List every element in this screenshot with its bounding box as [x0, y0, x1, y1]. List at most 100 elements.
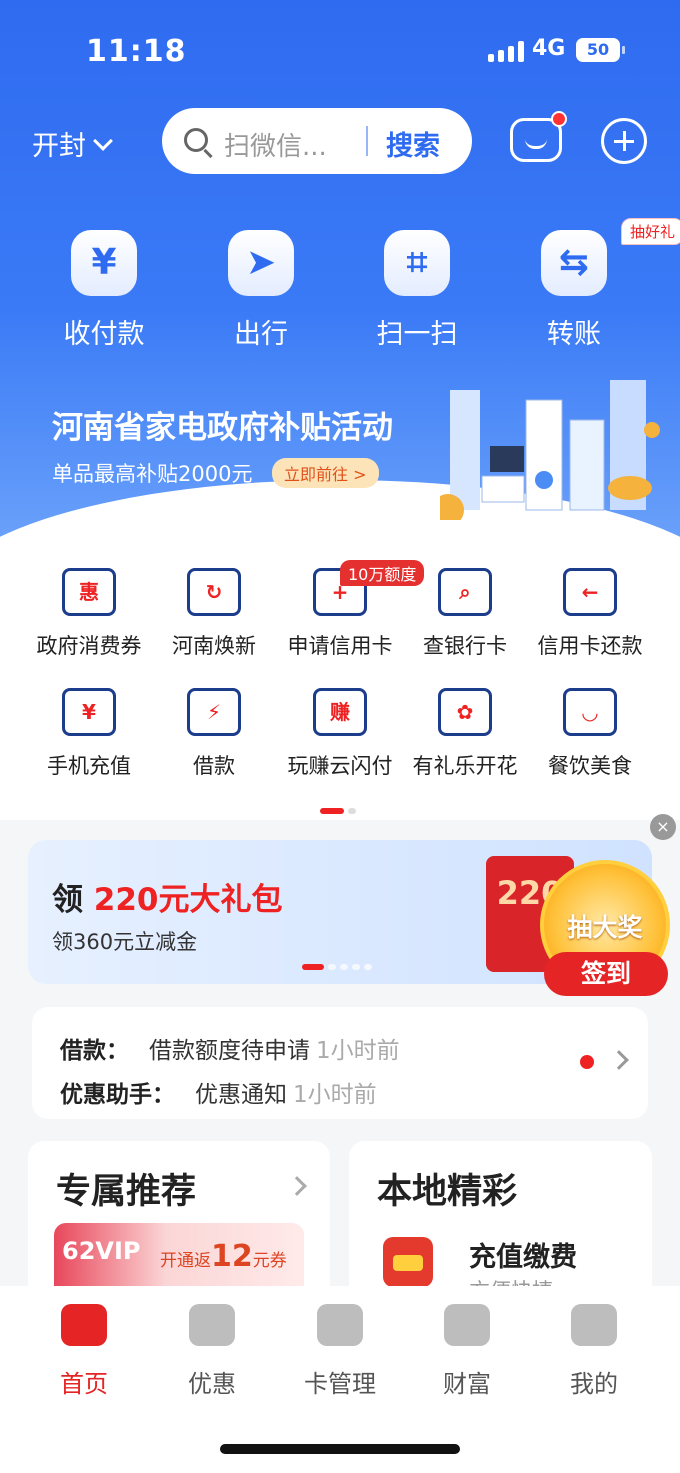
grid-pager	[320, 808, 356, 814]
scan-icon: ⌗	[384, 230, 450, 296]
signal-icon	[488, 40, 524, 62]
repay-icon: ←	[563, 568, 617, 616]
loan-bag-icon: ⚡	[187, 688, 241, 736]
banner-go-button[interactable]: 立即前往 >	[272, 458, 379, 488]
quick-action[interactable]: ⇆ 抽好礼转账	[504, 218, 680, 351]
quick-action[interactable]: ➤ 出行	[191, 230, 331, 351]
quick-action[interactable]: ⌗ 扫一扫	[347, 230, 487, 351]
tab-label: 我的	[570, 1370, 618, 1398]
service-label: 申请信用卡	[287, 634, 393, 658]
transfer-icon: ⇆	[541, 230, 607, 296]
tab-wealth[interactable]: 财富	[399, 1304, 535, 1399]
chevron-right-icon	[287, 1176, 307, 1196]
recommend-title: 专属推荐	[56, 1172, 197, 1212]
food-bowl-icon: ◡	[563, 688, 617, 736]
discount-icon	[189, 1304, 235, 1346]
banner-title[interactable]: 河南省家电政府补贴活动	[52, 402, 393, 447]
tab-profile[interactable]: 我的	[526, 1304, 662, 1399]
home-indicator	[220, 1444, 460, 1454]
vip-label: 62VIP	[62, 1237, 141, 1265]
service-item[interactable]: ¥ 手机充值	[21, 688, 157, 780]
add-icon[interactable]	[601, 118, 647, 164]
service-item[interactable]: ↻ 河南焕新	[146, 568, 282, 660]
network-type: 4G	[532, 36, 566, 61]
lottery-label: 抽大奖	[567, 913, 643, 942]
promo-subtitle: 领360元立减金	[52, 930, 198, 954]
notice-panel[interactable]: 借款： 借款额度待申请 1小时前 优惠助手： 优惠通知 1小时前	[32, 1007, 648, 1119]
quick-action-label: 扫一扫	[376, 319, 458, 350]
service-item[interactable]: ⚡ 借款	[146, 688, 282, 780]
wealth-icon	[444, 1304, 490, 1346]
service-label: 有礼乐开花	[412, 754, 518, 778]
notification-dot	[551, 111, 567, 127]
travel-icon: ➤	[228, 230, 294, 296]
cards-icon	[317, 1304, 363, 1346]
notice-row-promo: 优惠助手： 优惠通知 1小时前	[60, 1082, 377, 1108]
chevron-right-icon	[609, 1050, 629, 1070]
earn-icon: 赚	[313, 688, 367, 736]
top-bar: 开封 扫微信... 搜索	[0, 104, 680, 178]
service-label: 餐饮美食	[548, 754, 632, 778]
search-divider	[366, 126, 368, 156]
service-label: 借款	[193, 754, 235, 778]
search-button[interactable]: 搜索	[386, 124, 440, 163]
service-grid: 惠政府消费券 ↻ 河南焕新 + 申请信用卡 10万额度 ⌕ 查银行卡 ← 信用卡还款 ¥ 手机充值 ⚡ 借…	[0, 560, 680, 820]
message-icon[interactable]	[510, 111, 567, 162]
service-label: 河南焕新	[172, 634, 256, 658]
city-selector[interactable]: 开封	[32, 124, 113, 163]
tab-label: 财富	[443, 1370, 491, 1398]
banner-subtitle: 单品最高补贴2000元	[52, 462, 253, 486]
local-title: 本地精彩	[377, 1172, 518, 1212]
service-item[interactable]: ⌕ 查银行卡	[397, 568, 533, 660]
service-label: 政府消费券	[36, 634, 142, 658]
tab-discount[interactable]: 优惠	[144, 1304, 280, 1399]
tab-label: 优惠	[188, 1370, 236, 1398]
promo-pager	[302, 964, 372, 970]
service-item[interactable]: ◡ 餐饮美食	[522, 688, 658, 780]
message-smile	[525, 139, 547, 149]
service-item[interactable]: ← 信用卡还款	[522, 568, 658, 660]
service-label: 查银行卡	[423, 634, 507, 658]
service-label: 信用卡还款	[537, 634, 643, 658]
battery-icon: 50	[576, 38, 625, 62]
city-name: 开封	[32, 131, 86, 162]
service-item[interactable]: 惠政府消费券	[21, 568, 157, 660]
search-input[interactable]: 扫微信...	[224, 126, 354, 163]
coupon-icon: 惠	[62, 568, 116, 616]
home-icon	[61, 1304, 107, 1346]
quick-action-label: 出行	[234, 319, 288, 350]
local-item-title[interactable]: 充值缴费	[469, 1235, 577, 1274]
quick-action[interactable]: ¥ 收付款	[34, 230, 174, 351]
close-icon[interactable]: ×	[650, 814, 676, 840]
quick-action-label: 转账	[547, 319, 601, 350]
card-search-icon: ⌕	[438, 568, 492, 616]
flower-icon: ✿	[438, 688, 492, 736]
tab-label: 首页	[60, 1370, 108, 1398]
quick-actions: ¥ 收付款 ➤ 出行 ⌗ 扫一扫 ⇆ 抽好礼转账	[0, 218, 680, 351]
chevron-down-icon	[93, 130, 113, 151]
notice-row-loan: 借款： 借款额度待申请 1小时前	[60, 1038, 400, 1064]
phone-topup-icon: ¥	[62, 688, 116, 736]
tab-home[interactable]: 首页	[16, 1304, 152, 1399]
service-item[interactable]: ✿ 有礼乐开花	[397, 688, 533, 780]
appliance-illustration	[440, 380, 660, 520]
status-time: 11:18	[86, 34, 187, 69]
promo-badge: 抽好礼	[620, 218, 680, 245]
renew-icon: ↻	[187, 568, 241, 616]
unread-dot	[580, 1055, 594, 1069]
tab-cards[interactable]: 卡管理	[272, 1304, 408, 1399]
service-item[interactable]: 赚玩赚云闪付	[272, 688, 408, 780]
status-bar: 11:18 4G 50	[0, 0, 680, 100]
promo-title: 领 220元大礼包	[52, 882, 283, 918]
checkin-button[interactable]: 签到	[544, 952, 668, 996]
quick-action-label: 收付款	[63, 319, 145, 350]
tab-label: 卡管理	[304, 1370, 376, 1398]
search-bar[interactable]: 扫微信... 搜索	[162, 108, 472, 174]
profile-icon	[571, 1304, 617, 1346]
gift-bag-icon	[383, 1237, 433, 1287]
service-label: 手机充值	[47, 754, 131, 778]
vip-offer-text: 开通返12元券	[160, 1239, 287, 1274]
service-label: 玩赚云闪付	[287, 754, 393, 778]
yuan-icon: ¥	[71, 230, 137, 296]
search-icon	[184, 128, 208, 152]
